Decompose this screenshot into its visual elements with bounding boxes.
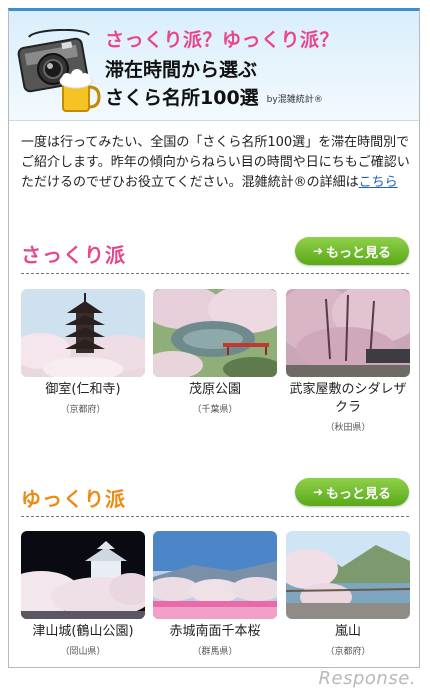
header-tagline: さっくり派？ゆっくり派？ <box>105 29 340 51</box>
spot-prefecture: （京都府） <box>60 405 106 415</box>
spot-card[interactable]: 津山城(鶴山公園) （岡山県） <box>21 531 145 657</box>
header-title-text: さくら名所100選 <box>105 87 259 109</box>
spot-photo[interactable] <box>286 531 410 619</box>
arrow-right-icon: ➜ <box>312 485 324 499</box>
spot-name[interactable]: 赤城南面千本桜 <box>153 623 277 641</box>
header-title-line2: さくら名所100選 by混雑統計® <box>105 83 323 110</box>
watermark-logo: Response. <box>318 668 416 689</box>
more-button-sakkuri[interactable]: ➜ もっと見る <box>295 237 409 265</box>
camera-beer-icon <box>17 29 101 112</box>
more-button-yukkuri[interactable]: ➜ もっと見る <box>295 478 409 506</box>
intro-body: 一度は行ってみたい、全国の「さくら名所100選」を滞在時間別でご紹介します。昨年… <box>21 135 410 190</box>
header-banner: さっくり派？ゆっくり派？ 滞在時間から選ぶ さくら名所100選 by混雑統計® <box>9 11 419 121</box>
spot-name[interactable]: 嵐山 <box>286 623 410 641</box>
spot-prefecture: （群馬県） <box>192 647 238 657</box>
app-frame: さっくり派？ゆっくり派？ 滞在時間から選ぶ さくら名所100選 by混雑統計® 一… <box>8 8 420 668</box>
header-byline: by混雑統計® <box>266 95 323 105</box>
section-title-yukkuri: ゆっくり派 <box>21 487 126 511</box>
spot-name[interactable]: 武家屋敷のシダレザクラ <box>286 381 410 417</box>
spot-photo[interactable] <box>21 289 145 377</box>
section-divider <box>21 273 409 274</box>
spot-card[interactable]: 赤城南面千本桜 （群馬県） <box>153 531 277 657</box>
spot-photo[interactable] <box>153 289 277 377</box>
spot-prefecture: （千葉県） <box>192 405 238 415</box>
spot-card[interactable]: 武家屋敷のシダレザクラ （秋田県） <box>286 289 410 433</box>
section-divider <box>21 516 409 517</box>
header-title-line1: 滞在時間から選ぶ <box>105 59 258 81</box>
spot-card[interactable]: 嵐山 （京都府） <box>286 531 410 657</box>
spot-prefecture: （秋田県） <box>325 423 371 433</box>
details-link[interactable]: こちら <box>359 175 398 190</box>
spot-photo[interactable] <box>21 531 145 619</box>
spot-card[interactable]: 茂原公園 （千葉県） <box>153 289 277 415</box>
spot-photo[interactable] <box>286 289 410 377</box>
spot-prefecture: （京都府） <box>325 647 371 657</box>
spot-name[interactable]: 御室(仁和寺) <box>21 381 145 399</box>
arrow-right-icon: ➜ <box>312 244 324 258</box>
intro-text: 一度は行ってみたい、全国の「さくら名所100選」を滞在時間別でご紹介します。昨年… <box>21 133 413 193</box>
spot-card[interactable]: 御室(仁和寺) （京都府） <box>21 289 145 415</box>
spot-name[interactable]: 津山城(鶴山公園) <box>21 623 145 641</box>
spot-prefecture: （岡山県） <box>60 647 106 657</box>
more-button-label: もっと見る <box>326 245 392 261</box>
spot-photo[interactable] <box>153 531 277 619</box>
more-button-label: もっと見る <box>326 486 392 502</box>
spot-name[interactable]: 茂原公園 <box>153 381 277 399</box>
section-title-sakkuri: さっくり派 <box>21 243 126 267</box>
